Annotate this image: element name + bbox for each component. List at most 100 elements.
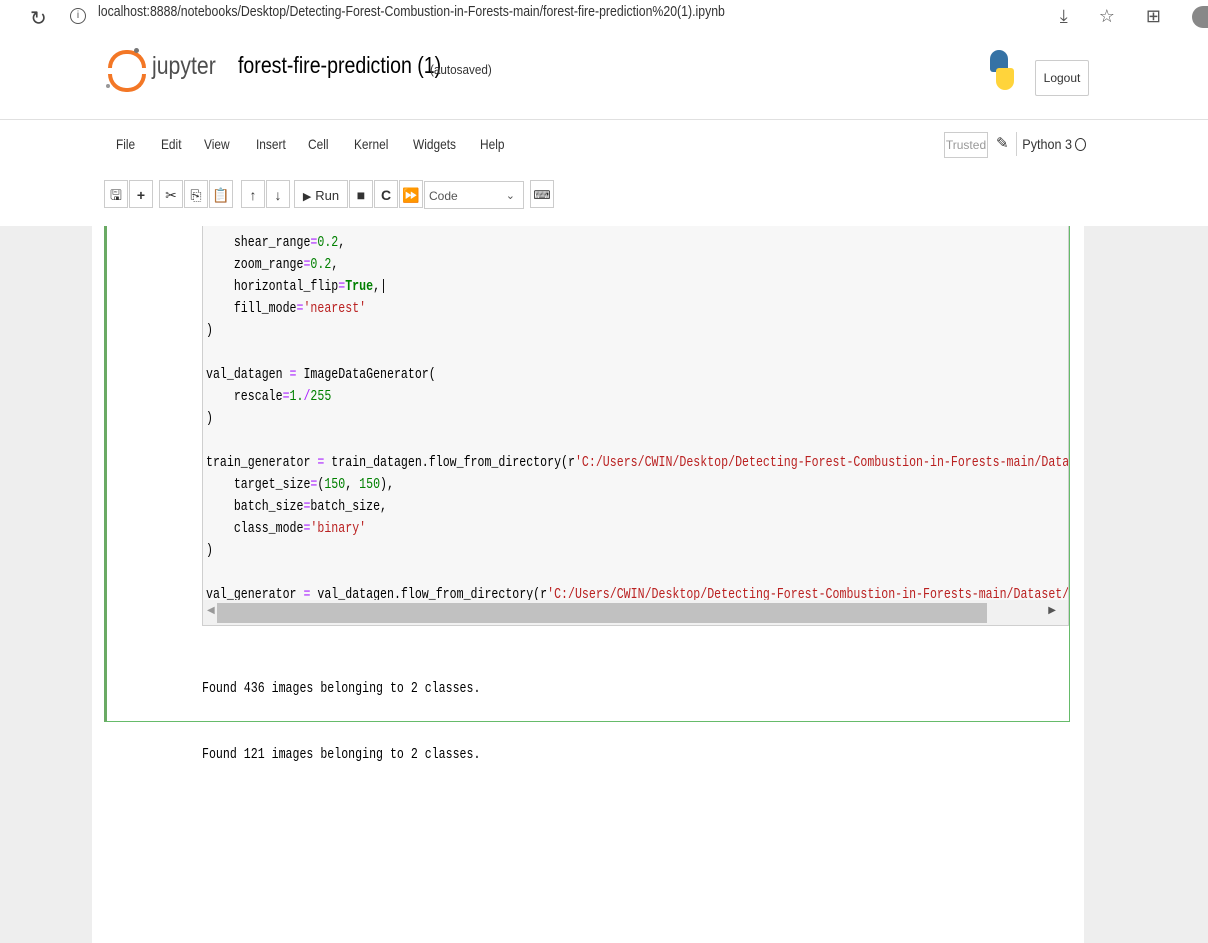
code-token: 150 bbox=[324, 477, 346, 493]
read-aloud-icon[interactable]: ⤓ bbox=[1060, 6, 1068, 27]
python-logo-icon bbox=[986, 50, 1016, 90]
code-token: class_mode bbox=[206, 521, 304, 537]
code-line: zoom_range=0.2, bbox=[206, 254, 1068, 276]
command-palette-icon[interactable]: ⌨ bbox=[530, 180, 554, 208]
cell-type-select[interactable]: Code ⌄ bbox=[424, 181, 524, 209]
code-token: rescale bbox=[206, 389, 283, 405]
code-token: fill_mode bbox=[206, 301, 297, 317]
code-editor[interactable]: shear_range=0.2, zoom_range=0.2, horizon… bbox=[202, 226, 1069, 626]
code-token: 'binary' bbox=[310, 521, 367, 537]
notebook-title[interactable]: forest-fire-prediction (1) bbox=[238, 52, 441, 79]
code-token: ), bbox=[380, 477, 394, 493]
code-line: horizontal_flip=True,| bbox=[206, 276, 1068, 298]
code-line: batch_size=batch_size, bbox=[206, 496, 1068, 518]
scroll-left-icon[interactable]: ◀ bbox=[207, 605, 215, 616]
code-token: batch_size bbox=[206, 499, 304, 515]
code-token: ) bbox=[206, 543, 213, 559]
code-token: = bbox=[303, 257, 311, 273]
save-icon[interactable]: 🖫 bbox=[104, 180, 128, 208]
add-cell-icon[interactable]: + bbox=[129, 180, 153, 208]
output-line: Found 121 images belonging to 2 classes. bbox=[202, 747, 481, 763]
horizontal-scrollbar[interactable]: ◀ ▶ bbox=[203, 600, 1068, 625]
copy-icon[interactable]: ⎘ bbox=[184, 180, 208, 208]
code-line: target_size=(150, 150), bbox=[206, 474, 1068, 496]
code-token: = bbox=[338, 279, 346, 295]
menu-edit[interactable]: Edit bbox=[161, 136, 182, 152]
code-token: horizontal_flip bbox=[206, 279, 339, 295]
collections-icon[interactable]: ⊞ bbox=[1146, 6, 1161, 27]
code-token: ,| bbox=[373, 279, 387, 295]
favorites-icon[interactable]: ☆ bbox=[1099, 6, 1115, 27]
scroll-right-icon[interactable]: ▶ bbox=[1048, 605, 1056, 616]
trusted-badge[interactable]: Trusted bbox=[944, 132, 988, 158]
browser-address-bar: ↻ i localhost:8888/notebooks/Desktop/Det… bbox=[0, 0, 1208, 34]
run-button[interactable]: ▶ Run bbox=[294, 180, 348, 208]
code-token: val_datagen bbox=[206, 367, 290, 383]
code-line: train_generator = train_datagen.flow_fro… bbox=[206, 452, 1068, 474]
code-line: ) bbox=[206, 408, 1068, 430]
toolbar: 🖫 + ✂ ⎘ 📋 ↑ ↓ ▶ Run ■ C ⏩ Code ⌄ ⌨ bbox=[0, 170, 1208, 226]
code-token: 0.2 bbox=[310, 257, 332, 273]
code-token: / bbox=[303, 389, 311, 405]
scrollbar-thumb[interactable] bbox=[217, 603, 987, 623]
move-down-icon[interactable]: ↓ bbox=[266, 180, 290, 208]
code-token: True bbox=[345, 279, 374, 295]
kernel-idle-icon bbox=[1075, 138, 1086, 151]
jupyter-logo-icon[interactable] bbox=[106, 48, 146, 92]
code-token: train_datagen.flow_from_directory(r bbox=[324, 455, 575, 471]
menu-view[interactable]: View bbox=[204, 136, 230, 152]
notebook-container: shear_range=0.2, zoom_range=0.2, horizon… bbox=[92, 226, 1084, 943]
code-token: batch_size, bbox=[310, 499, 387, 515]
code-line: ) bbox=[206, 320, 1068, 342]
code-token: train_generator bbox=[206, 455, 318, 471]
code-token: target_size bbox=[206, 477, 311, 493]
code-token: , bbox=[338, 235, 346, 251]
cell-output: Found 436 images belonging to 2 classes.… bbox=[202, 634, 890, 810]
cut-icon[interactable]: ✂ bbox=[159, 180, 183, 208]
paste-icon[interactable]: 📋 bbox=[209, 180, 233, 208]
code-line: shear_range=0.2, bbox=[206, 232, 1068, 254]
code-line: val_datagen = ImageDataGenerator( bbox=[206, 364, 1068, 386]
logout-button[interactable]: Logout bbox=[1035, 60, 1089, 96]
chevron-down-icon: ⌄ bbox=[505, 190, 515, 202]
fast-forward-icon[interactable]: ⏩ bbox=[399, 180, 423, 208]
kernel-name[interactable]: Python 3 bbox=[1016, 132, 1072, 156]
code-token: 255 bbox=[310, 389, 332, 405]
play-icon: ▶ bbox=[302, 191, 312, 203]
site-info-icon[interactable]: i bbox=[70, 8, 86, 24]
code-text: shear_range=0.2, zoom_range=0.2, horizon… bbox=[206, 232, 1068, 625]
menu-insert[interactable]: Insert bbox=[256, 136, 286, 152]
code-token: = bbox=[296, 301, 304, 317]
code-token: zoom_range bbox=[206, 257, 304, 273]
menu-cell[interactable]: Cell bbox=[308, 136, 329, 152]
menu-file[interactable]: File bbox=[116, 136, 135, 152]
code-token: , bbox=[331, 257, 339, 273]
cell-type-value: Code bbox=[429, 189, 458, 203]
code-token: shear_range bbox=[206, 235, 311, 251]
notebook-area: shear_range=0.2, zoom_range=0.2, horizon… bbox=[0, 226, 1208, 943]
interrupt-icon[interactable]: ■ bbox=[349, 180, 373, 208]
code-token: ImageDataGenerator( bbox=[296, 367, 436, 383]
code-token: 0.2 bbox=[317, 235, 339, 251]
code-token: , bbox=[345, 477, 360, 493]
code-token: = bbox=[303, 499, 311, 515]
menu-widgets[interactable]: Widgets bbox=[413, 136, 456, 152]
restart-icon[interactable]: C bbox=[374, 180, 398, 208]
menu-kernel[interactable]: Kernel bbox=[354, 136, 388, 152]
code-line: class_mode='binary' bbox=[206, 518, 1068, 540]
url-field[interactable]: localhost:8888/notebooks/Desktop/Detecti… bbox=[98, 3, 725, 20]
browser-toolbar-icons: ⤓ ☆ ⊞ bbox=[1034, 6, 1208, 29]
code-token: 150 bbox=[359, 477, 381, 493]
reload-icon[interactable]: ↻ bbox=[30, 6, 47, 31]
menubar: File Edit View Insert Cell Kernel Widget… bbox=[0, 120, 1208, 170]
pencil-icon[interactable]: ✎ bbox=[996, 134, 1009, 152]
move-up-icon[interactable]: ↑ bbox=[241, 180, 265, 208]
code-cell[interactable]: shear_range=0.2, zoom_range=0.2, horizon… bbox=[104, 226, 1070, 763]
profile-avatar[interactable] bbox=[1192, 6, 1208, 29]
menu-help[interactable]: Help bbox=[480, 136, 504, 152]
code-token: = bbox=[303, 521, 311, 537]
jupyter-brand[interactable]: jupyter bbox=[152, 52, 216, 81]
